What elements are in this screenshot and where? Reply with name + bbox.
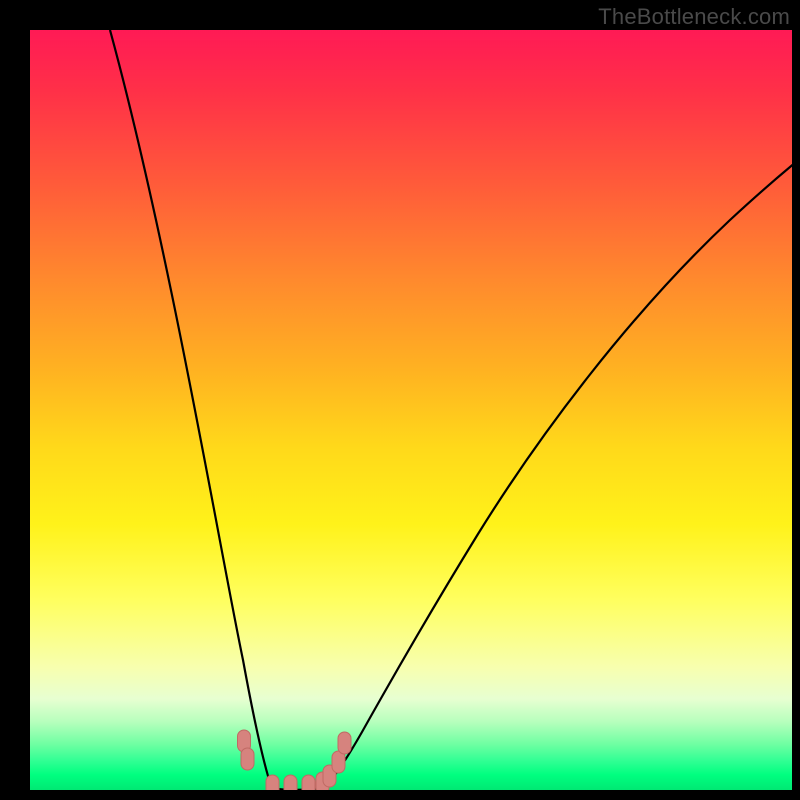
marker — [302, 775, 315, 790]
chart-frame: TheBottleneck.com — [0, 0, 800, 800]
marker — [284, 775, 297, 790]
marker — [241, 748, 254, 770]
bottleneck-curve — [110, 30, 792, 790]
marker — [338, 732, 351, 754]
plot-area — [30, 30, 792, 790]
marker-group — [238, 730, 352, 790]
marker — [266, 775, 279, 790]
watermark-text: TheBottleneck.com — [598, 4, 790, 30]
curve-layer — [30, 30, 792, 790]
